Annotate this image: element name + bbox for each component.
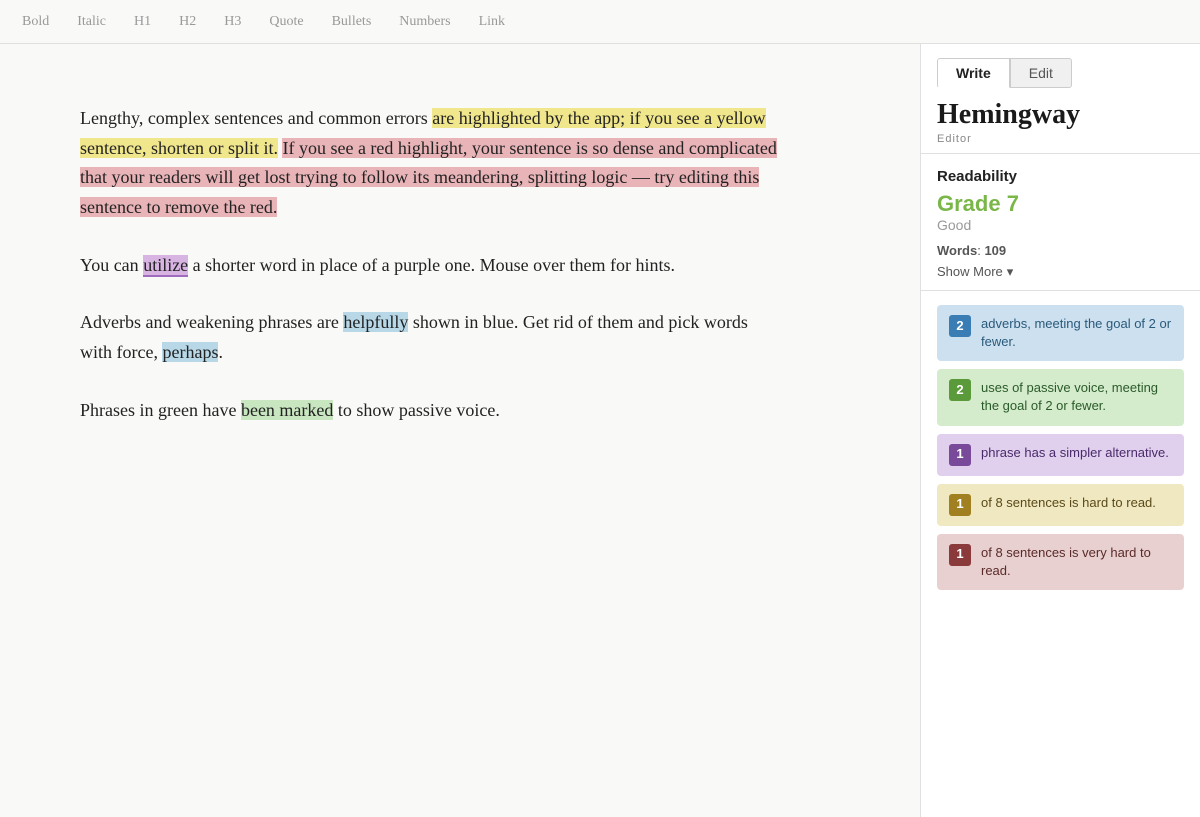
para2-text-after: a shorter word in place of a purple one.… xyxy=(188,255,675,275)
italic-button[interactable]: Italic xyxy=(75,10,108,34)
para3-end: . xyxy=(218,342,223,362)
para1-text-before: Lengthy, complex sentences and common er… xyxy=(80,108,432,128)
para3-blue2-highlight: perhaps xyxy=(162,342,218,362)
para4-green-highlight: been marked xyxy=(241,400,333,420)
logo-area: Hemingway Editor xyxy=(921,88,1200,154)
stat-badge-3: 1 xyxy=(949,494,971,516)
logo-title: Hemingway xyxy=(937,100,1184,131)
paragraph-4: Phrases in green have been marked to sho… xyxy=(80,396,780,426)
link-button[interactable]: Link xyxy=(477,10,507,34)
stat-text-0: adverbs, meeting the goal of 2 or fewer. xyxy=(981,315,1172,351)
stat-text-2: phrase has a simpler alternative. xyxy=(981,444,1172,462)
words-line: Words: 109 xyxy=(937,243,1184,258)
h2-button[interactable]: H2 xyxy=(177,10,198,34)
para2-purple-highlight: utilize xyxy=(143,255,188,277)
logo-subtitle: Editor xyxy=(937,133,1184,145)
paragraph-1: Lengthy, complex sentences and common er… xyxy=(80,104,780,223)
quote-button[interactable]: Quote xyxy=(267,10,305,34)
toolbar: Bold Italic H1 H2 H3 Quote Bullets Numbe… xyxy=(0,0,1200,44)
stat-text-4: of 8 sentences is very hard to read. xyxy=(981,544,1172,580)
readability-label: Readability xyxy=(937,168,1184,185)
para3-blue1-highlight: helpfully xyxy=(343,312,408,332)
h1-button[interactable]: H1 xyxy=(132,10,153,34)
sidebar: Write Edit Hemingway Editor Readability … xyxy=(920,44,1200,817)
para4-text-before: Phrases in green have xyxy=(80,400,241,420)
stat-text-3: of 8 sentences is hard to read. xyxy=(981,494,1172,512)
stat-card-3: 1 of 8 sentences is hard to read. xyxy=(937,484,1184,526)
show-more-button[interactable]: Show More ▾ xyxy=(937,264,1184,280)
para3-text-before: Adverbs and weakening phrases are xyxy=(80,312,343,332)
editor-content: Lengthy, complex sentences and common er… xyxy=(80,104,780,426)
stat-badge-2: 1 xyxy=(949,444,971,466)
main-area: Lengthy, complex sentences and common er… xyxy=(0,44,1200,817)
stat-card-0: 2 adverbs, meeting the goal of 2 or fewer… xyxy=(937,305,1184,361)
editor-area[interactable]: Lengthy, complex sentences and common er… xyxy=(0,44,920,817)
write-button[interactable]: Write xyxy=(937,58,1010,88)
edit-button[interactable]: Edit xyxy=(1010,58,1072,88)
numbers-button[interactable]: Numbers xyxy=(397,10,452,34)
quality-text: Good xyxy=(937,217,1184,233)
para4-text-after: to show passive voice. xyxy=(333,400,499,420)
bullets-button[interactable]: Bullets xyxy=(330,10,374,34)
h3-button[interactable]: H3 xyxy=(222,10,243,34)
stats-section: 2 adverbs, meeting the goal of 2 or fewer… xyxy=(921,291,1200,604)
show-more-label: Show More xyxy=(937,264,1003,279)
paragraph-3: Adverbs and weakening phrases are helpfu… xyxy=(80,308,780,367)
stat-text-1: uses of passive voice, meeting the goal … xyxy=(981,379,1172,415)
stat-badge-1: 2 xyxy=(949,379,971,401)
grade-text: Grade 7 xyxy=(937,191,1184,217)
stat-badge-4: 1 xyxy=(949,544,971,566)
stat-card-1: 2 uses of passive voice, meeting the goal… xyxy=(937,369,1184,425)
words-count: 109 xyxy=(984,243,1006,258)
stat-badge-0: 2 xyxy=(949,315,971,337)
para2-text-before: You can xyxy=(80,255,143,275)
stat-card-4: 1 of 8 sentences is very hard to read. xyxy=(937,534,1184,590)
stat-card-2: 1 phrase has a simpler alternative. xyxy=(937,434,1184,476)
write-edit-bar: Write Edit xyxy=(921,44,1200,88)
chevron-down-icon: ▾ xyxy=(1007,264,1014,280)
words-label: Words xyxy=(937,243,977,258)
paragraph-2: You can utilize a shorter word in place … xyxy=(80,251,780,281)
readability-section: Readability Grade 7 Good Words: 109 Show… xyxy=(921,154,1200,291)
bold-button[interactable]: Bold xyxy=(20,10,51,34)
